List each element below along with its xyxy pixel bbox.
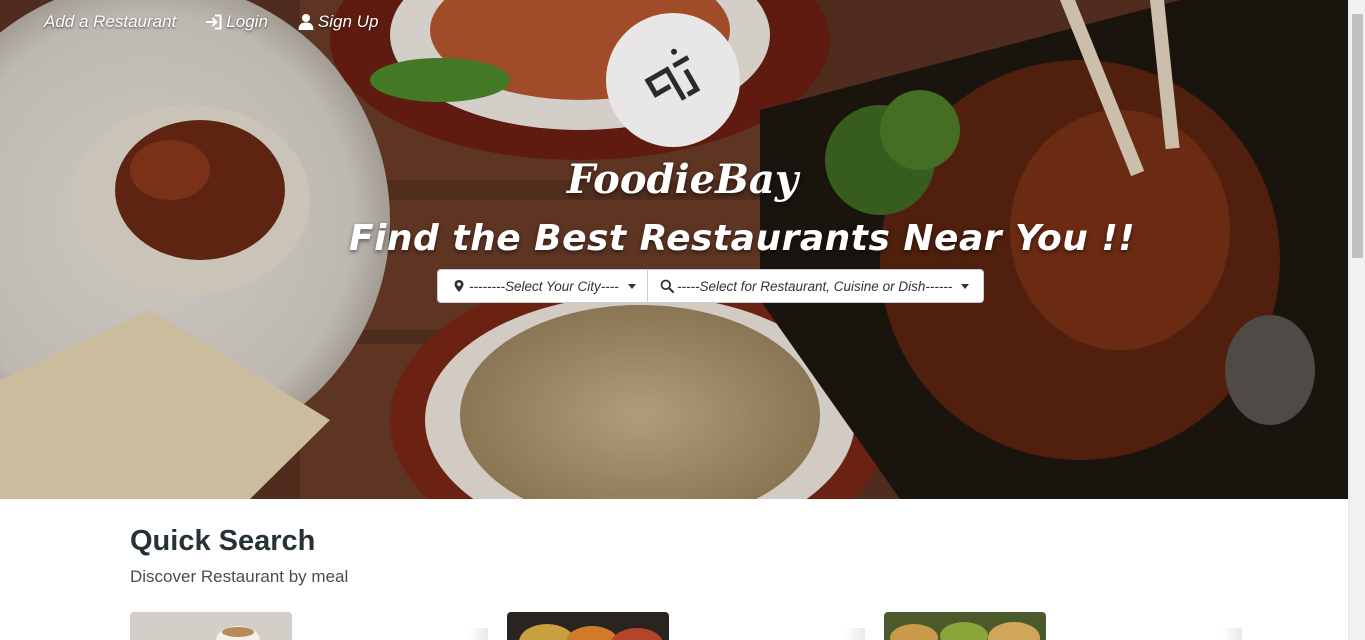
card-edge [845, 628, 865, 640]
meal-card-image [507, 612, 669, 640]
user-icon [298, 14, 314, 30]
chevron-down-icon [961, 283, 970, 289]
city-select-label: --------Select Your City---- [469, 278, 619, 294]
meal-card[interactable] [884, 612, 1242, 640]
add-restaurant-link[interactable]: Add a Restaurant [44, 12, 176, 32]
page: Add a Restaurant Login Sign Up FoodieBay… [0, 0, 1365, 640]
login-label: Login [226, 12, 268, 31]
vertical-scrollbar[interactable] [1348, 0, 1365, 640]
quick-search-title: Quick Search [130, 525, 316, 557]
search-icon [660, 279, 674, 293]
meal-cards [130, 612, 1242, 640]
card-edge [1222, 628, 1242, 640]
meal-card[interactable] [507, 612, 865, 640]
restaurant-search-label: -----Select for Restaurant, Cuisine or D… [677, 278, 953, 294]
brand-logo[interactable] [606, 13, 740, 147]
meal-card-image [130, 612, 292, 640]
brand-name: FoodieBay [566, 156, 799, 203]
quick-search-subtitle: Discover Restaurant by meal [130, 567, 349, 586]
meal-card-image [884, 612, 1046, 640]
hero-tagline: Find the Best Restaurants Near You !! [349, 218, 1136, 259]
add-restaurant-label: Add a Restaurant [44, 12, 177, 31]
map-marker-icon [454, 280, 464, 292]
sign-in-icon [206, 14, 222, 30]
login-link[interactable]: Login [205, 12, 268, 32]
foodiebay-logo-icon [644, 48, 701, 101]
search-bar: --------Select Your City---- -----Select… [437, 269, 984, 303]
chevron-down-icon [627, 283, 636, 289]
signup-link[interactable]: Sign Up [297, 12, 378, 32]
restaurant-search-dropdown[interactable]: -----Select for Restaurant, Cuisine or D… [648, 269, 984, 303]
city-select-dropdown[interactable]: --------Select Your City---- [437, 269, 648, 303]
scrollbar-thumb[interactable] [1352, 14, 1363, 258]
top-navigation: Add a Restaurant Login Sign Up [44, 12, 378, 32]
signup-label: Sign Up [317, 12, 379, 31]
card-edge [468, 628, 488, 640]
meal-card[interactable] [130, 612, 488, 640]
